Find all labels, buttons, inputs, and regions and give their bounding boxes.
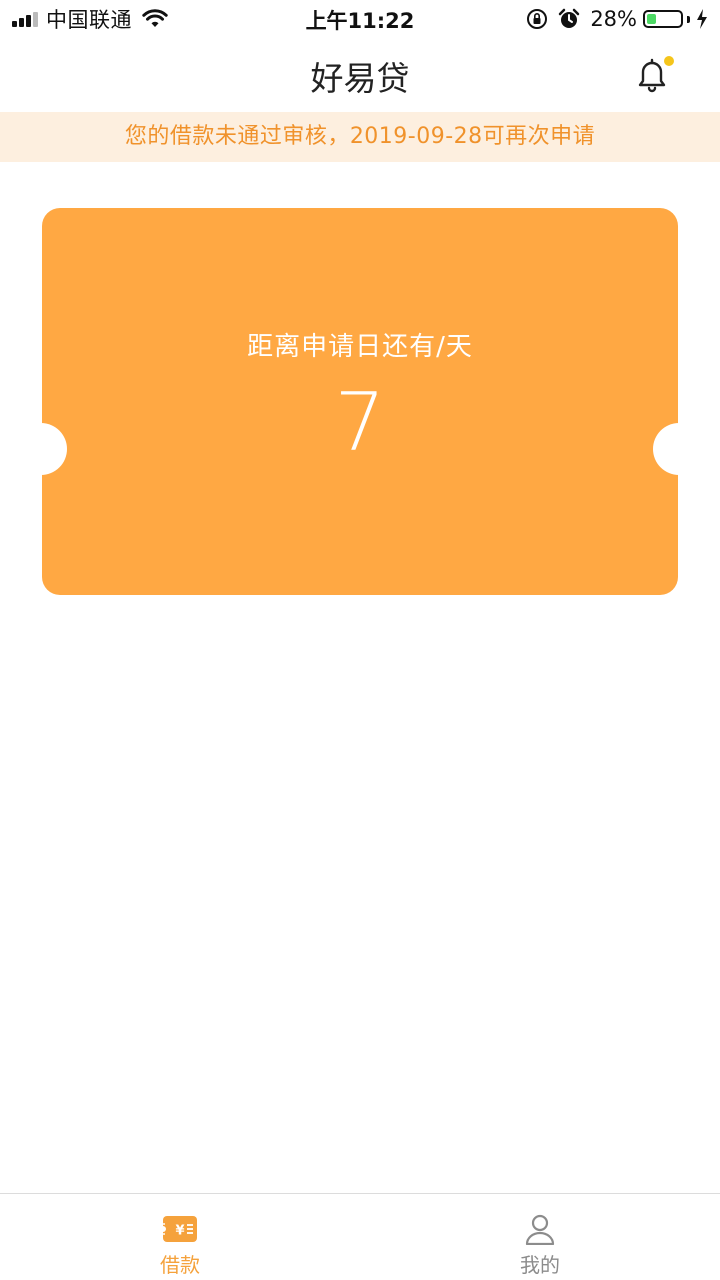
tab-bar: ¥ 借款 我的 (0, 1193, 720, 1280)
screen: 中国联通 上午11:22 28% 好易贷 您的借款未通过审核，2019-09-2… (0, 0, 720, 1280)
bell-icon[interactable] (632, 54, 674, 94)
tab-mine-label: 我的 (520, 1253, 560, 1277)
svg-text:¥: ¥ (175, 1224, 184, 1239)
countdown-days: 7 (334, 376, 386, 469)
nav-bar: 好易贷 (0, 38, 720, 112)
notification-dot (664, 56, 674, 66)
rotation-lock-icon (526, 8, 548, 30)
status-bar: 中国联通 上午11:22 28% (0, 0, 720, 38)
rejection-notice: 您的借款未通过审核，2019-09-28可再次申请 (0, 112, 720, 162)
user-icon (525, 1214, 555, 1245)
tab-loan-label: 借款 (160, 1253, 200, 1277)
status-right: 28% (526, 6, 708, 32)
battery-icon (643, 10, 683, 28)
battery-nub (687, 15, 690, 23)
page-title: 好易贷 (310, 59, 410, 98)
countdown-card: 距离申请日还有/天 7 (15, 208, 705, 595)
charging-icon (696, 9, 708, 29)
tab-mine[interactable]: 我的 (360, 1194, 720, 1280)
battery-fill (647, 14, 656, 24)
alarm-icon (558, 8, 580, 30)
tab-loan[interactable]: ¥ 借款 (0, 1194, 360, 1280)
battery-percent: 28% (590, 7, 637, 31)
loan-ticket-icon: ¥ (160, 1216, 197, 1242)
countdown-label: 距离申请日还有/天 (247, 332, 473, 362)
